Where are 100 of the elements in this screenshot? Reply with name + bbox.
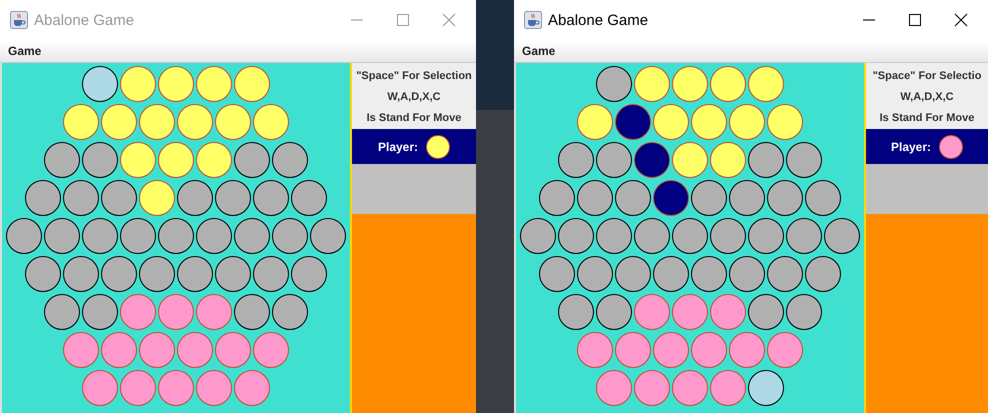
- board-hole[interactable]: [767, 256, 803, 292]
- marble[interactable]: [101, 104, 137, 140]
- marble[interactable]: [158, 66, 194, 102]
- marble[interactable]: [120, 142, 156, 178]
- board-hole[interactable]: [520, 218, 556, 254]
- board-hole[interactable]: [139, 256, 175, 292]
- marble[interactable]: [158, 142, 194, 178]
- marble[interactable]: [710, 66, 746, 102]
- board-hole[interactable]: [558, 142, 594, 178]
- marble[interactable]: [215, 104, 251, 140]
- board-hole[interactable]: [634, 218, 670, 254]
- board-hole[interactable]: [44, 142, 80, 178]
- board-hole[interactable]: [234, 142, 270, 178]
- menu-item[interactable]: Game: [522, 44, 556, 58]
- marble[interactable]: [615, 104, 651, 140]
- board-hole[interactable]: [672, 218, 708, 254]
- board-hole[interactable]: [748, 294, 784, 330]
- board-hole[interactable]: [748, 142, 784, 178]
- board-hole[interactable]: [82, 294, 118, 330]
- board-hole[interactable]: [253, 180, 289, 216]
- board-hole[interactable]: [786, 218, 822, 254]
- board-hole[interactable]: [63, 180, 99, 216]
- marble[interactable]: [672, 66, 708, 102]
- board-hole[interactable]: [577, 180, 613, 216]
- board-hole[interactable]: [710, 218, 746, 254]
- board-hole[interactable]: [177, 256, 213, 292]
- board-hole[interactable]: [25, 256, 61, 292]
- marble[interactable]: [139, 104, 175, 140]
- marble[interactable]: [748, 66, 784, 102]
- marble[interactable]: [63, 104, 99, 140]
- board-hole[interactable]: [748, 370, 784, 406]
- board-hole[interactable]: [82, 142, 118, 178]
- board-hole[interactable]: [215, 180, 251, 216]
- marble[interactable]: [653, 104, 689, 140]
- marble[interactable]: [634, 142, 670, 178]
- board-hole[interactable]: [539, 256, 575, 292]
- board-hole[interactable]: [44, 218, 80, 254]
- board-hole[interactable]: [44, 294, 80, 330]
- marble[interactable]: [234, 66, 270, 102]
- board-hole[interactable]: [6, 218, 42, 254]
- marble[interactable]: [196, 142, 232, 178]
- board-hole[interactable]: [558, 218, 594, 254]
- board-hole[interactable]: [272, 294, 308, 330]
- board-hole[interactable]: [729, 180, 765, 216]
- board-hole[interactable]: [234, 218, 270, 254]
- marble[interactable]: [710, 142, 746, 178]
- board-hole[interactable]: [253, 256, 289, 292]
- board-hole[interactable]: [596, 142, 632, 178]
- board-hole[interactable]: [25, 180, 61, 216]
- board-hole[interactable]: [596, 294, 632, 330]
- board-hole[interactable]: [120, 218, 156, 254]
- board-hole[interactable]: [558, 294, 594, 330]
- board-hole[interactable]: [767, 180, 803, 216]
- board-hole[interactable]: [729, 256, 765, 292]
- marble[interactable]: [139, 180, 175, 216]
- board-hole[interactable]: [234, 294, 270, 330]
- board-hole[interactable]: [177, 180, 213, 216]
- board-hole[interactable]: [101, 256, 137, 292]
- board-hole[interactable]: [539, 180, 575, 216]
- coffee-cup-icon: [10, 11, 28, 29]
- marble[interactable]: [634, 66, 670, 102]
- marble[interactable]: [196, 66, 232, 102]
- board-hole[interactable]: [272, 218, 308, 254]
- board-hole[interactable]: [63, 256, 99, 292]
- marble[interactable]: [177, 104, 213, 140]
- board-hole[interactable]: [577, 256, 613, 292]
- player-label: Player:: [378, 140, 418, 154]
- board-hole[interactable]: [691, 180, 727, 216]
- board-hole[interactable]: [596, 66, 632, 102]
- marble[interactable]: [653, 180, 689, 216]
- board-hole[interactable]: [101, 180, 137, 216]
- board-hole[interactable]: [786, 142, 822, 178]
- marble[interactable]: [729, 104, 765, 140]
- board-hole[interactable]: [653, 256, 689, 292]
- board-hole[interactable]: [691, 256, 727, 292]
- instruction-text: "Space" For Selectio: [872, 70, 982, 82]
- marble[interactable]: [120, 66, 156, 102]
- board-hole[interactable]: [215, 256, 251, 292]
- marble[interactable]: [577, 104, 613, 140]
- board-hole[interactable]: [196, 218, 232, 254]
- marble[interactable]: [691, 104, 727, 140]
- board-hole[interactable]: [82, 66, 118, 102]
- board-hole[interactable]: [272, 142, 308, 178]
- marble[interactable]: [672, 142, 708, 178]
- menu-item[interactable]: Game: [8, 44, 42, 58]
- board-hole[interactable]: [158, 218, 194, 254]
- board-hole[interactable]: [824, 218, 860, 254]
- board-hole[interactable]: [82, 218, 118, 254]
- board-hole[interactable]: [786, 294, 822, 330]
- board-hole[interactable]: [291, 256, 327, 292]
- board-hole[interactable]: [615, 256, 651, 292]
- marble[interactable]: [767, 104, 803, 140]
- board-hole[interactable]: [748, 218, 784, 254]
- board-hole[interactable]: [805, 256, 841, 292]
- marble[interactable]: [253, 104, 289, 140]
- board-hole[interactable]: [310, 218, 346, 254]
- board-hole[interactable]: [596, 218, 632, 254]
- board-hole[interactable]: [805, 180, 841, 216]
- board-hole[interactable]: [291, 180, 327, 216]
- board-hole[interactable]: [615, 180, 651, 216]
